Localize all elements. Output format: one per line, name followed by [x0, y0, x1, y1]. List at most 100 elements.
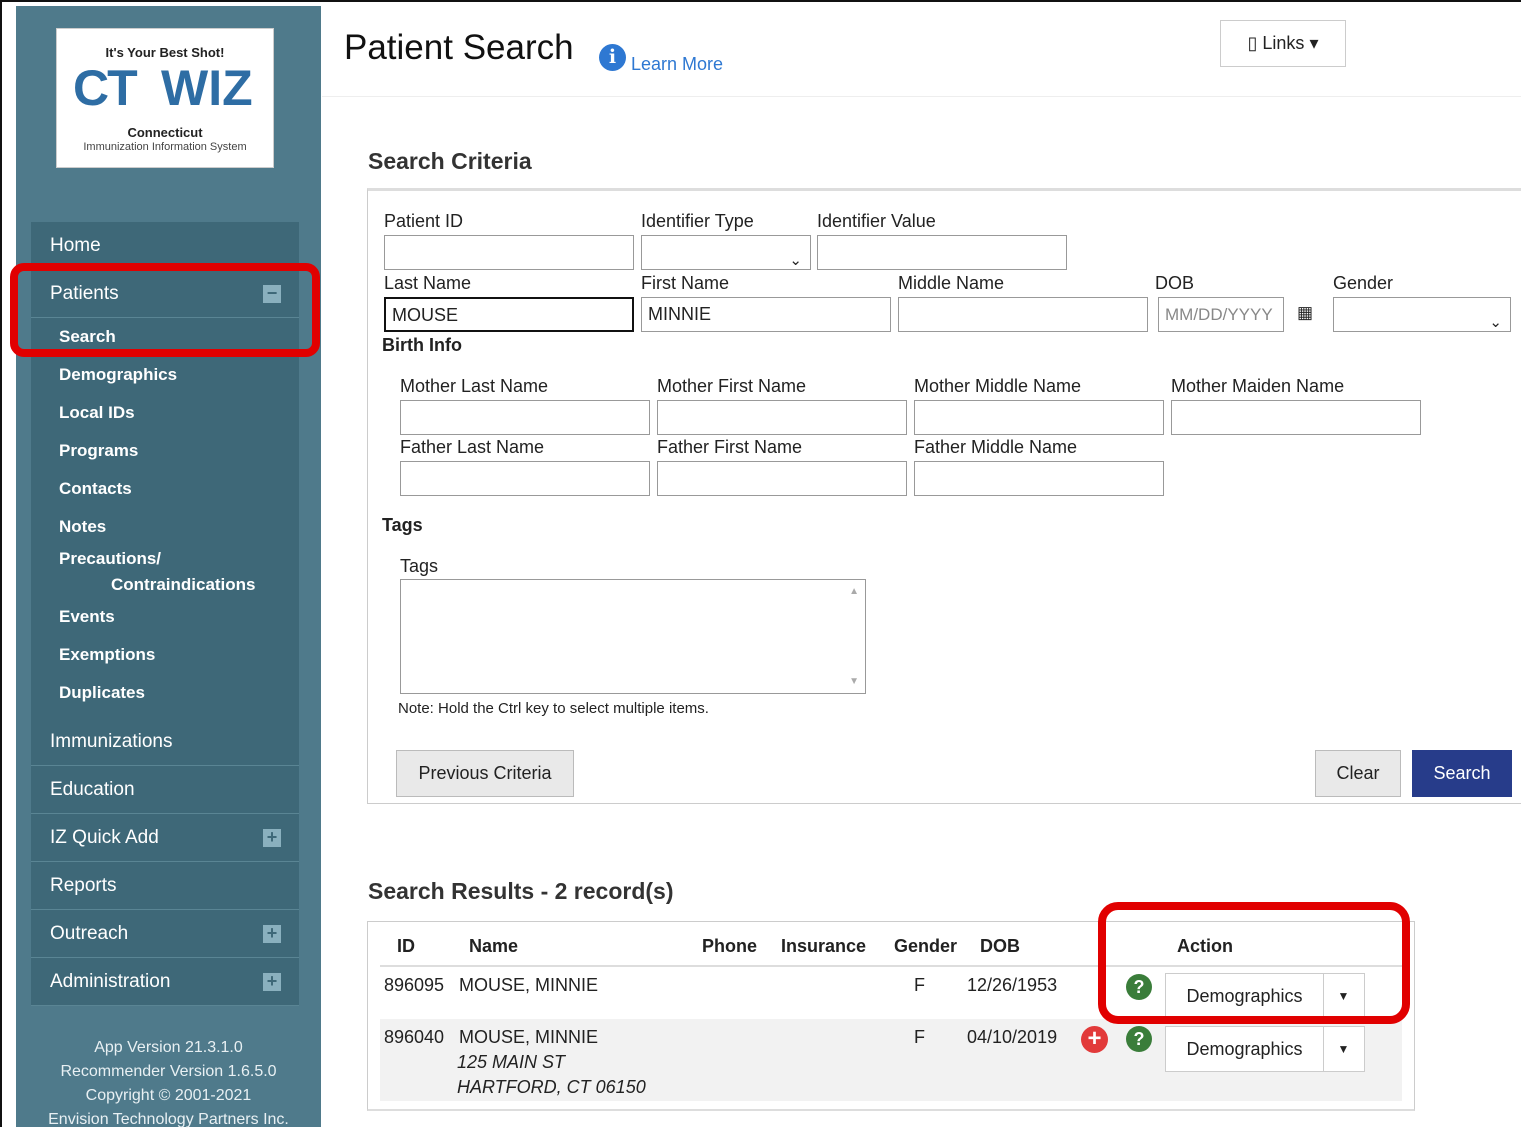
expand-icon[interactable]: + [263, 925, 281, 943]
father-middle-name-input[interactable] [914, 461, 1164, 496]
calendar-icon[interactable]: ▦ [1297, 303, 1313, 323]
col-header-gender: Gender [894, 936, 957, 957]
links-label: Links [1262, 33, 1304, 53]
page-title: Patient Search [344, 28, 574, 68]
father-last-name-input[interactable] [400, 461, 650, 496]
patient-id-input[interactable] [384, 235, 634, 270]
row2-dob: 04/10/2019 [967, 1027, 1057, 1048]
search-criteria-title: Search Criteria [368, 148, 532, 175]
tags-heading: Tags [382, 515, 423, 536]
identifier-value-input[interactable] [817, 235, 1067, 270]
help-icon[interactable]: ? [1126, 1026, 1152, 1052]
sidebar-item-administration-label: Administration [50, 971, 170, 992]
sidebar-item-outreach-label: Outreach [50, 923, 128, 944]
col-header-id: ID [397, 936, 415, 957]
sidebar-item-iz-quick-add[interactable]: IZ Quick Add + [31, 814, 299, 862]
gender-select[interactable]: ⌄ [1333, 297, 1511, 332]
chevron-down-icon: ⌄ [789, 244, 802, 277]
row1-id: 896095 [384, 975, 444, 996]
dob-input[interactable]: MM/DD/YYYY [1158, 297, 1284, 332]
logo-wiz: WIZ [161, 59, 253, 117]
identifier-value-label: Identifier Value [817, 211, 936, 232]
links-dropdown-button[interactable]: ▯ Links ▾ [1220, 20, 1346, 67]
add-icon[interactable]: + [1081, 1026, 1108, 1053]
divider [322, 96, 1521, 97]
sidebar-subitem-exemptions[interactable]: Exemptions [31, 636, 299, 674]
multiselect-note: Note: Hold the Ctrl key to select multip… [398, 700, 709, 717]
first-name-label: First Name [641, 273, 729, 294]
sidebar-item-iz-quick-add-label: IZ Quick Add [50, 827, 159, 848]
middle-name-input[interactable] [898, 297, 1148, 332]
last-name-input[interactable]: MOUSE [384, 297, 634, 332]
identifier-type-label: Identifier Type [641, 211, 754, 232]
first-name-input[interactable]: MINNIE [641, 297, 891, 332]
expand-icon[interactable]: + [263, 829, 281, 847]
company: Envision Technology Partners Inc. [16, 1108, 321, 1132]
row1-name: MOUSE, MINNIE [459, 975, 598, 996]
mother-first-name-input[interactable] [657, 400, 907, 435]
app-version: App Version 21.3.1.0 [16, 1036, 321, 1060]
logo-ct: CT [73, 59, 136, 117]
row1-dob: 12/26/1953 [967, 975, 1057, 996]
logo-tagline: It's Your Best Shot! [57, 45, 273, 60]
caret-down-icon: ▾ [1309, 33, 1318, 53]
mother-middle-name-label: Mother Middle Name [914, 376, 1081, 397]
logo-state: Connecticut [57, 125, 273, 140]
sidebar-item-outreach[interactable]: Outreach + [31, 910, 299, 958]
sidebar-item-reports[interactable]: Reports [31, 862, 299, 910]
sidebar-item-immunizations[interactable]: Immunizations [31, 718, 299, 766]
search-button[interactable]: Search [1412, 750, 1512, 797]
father-middle-name-label: Father Middle Name [914, 437, 1077, 458]
father-first-name-input[interactable] [657, 461, 907, 496]
logo-system: Immunization Information System [57, 141, 273, 153]
identifier-type-select[interactable]: ⌄ [641, 235, 811, 270]
col-header-name: Name [469, 936, 518, 957]
gender-label: Gender [1333, 273, 1393, 294]
search-criteria-panel: Patient ID Identifier Type ⌄ Identifier … [367, 188, 1521, 804]
sidebar-subitem-contraindications[interactable]: Contraindications [31, 572, 299, 598]
row2-action-split-button[interactable]: Demographics ▼ [1165, 1026, 1365, 1072]
mother-first-name-label: Mother First Name [657, 376, 806, 397]
sidebar: It's Your Best Shot! CT WIZ Connecticut … [16, 6, 321, 1127]
caret-down-icon[interactable]: ▼ [1323, 1027, 1364, 1071]
sidebar-subitem-precautions[interactable]: Precautions/ [31, 546, 299, 572]
expand-icon[interactable]: + [263, 973, 281, 991]
row2-address1: 125 MAIN ST [457, 1052, 565, 1073]
copyright: Copyright © 2001-2021 [16, 1084, 321, 1108]
sidebar-item-administration[interactable]: Administration + [31, 958, 299, 1006]
middle-name-label: Middle Name [898, 273, 1004, 294]
highlight-box-patients-search [10, 263, 320, 357]
sidebar-subitem-contacts[interactable]: Contacts [31, 470, 299, 508]
mother-maiden-name-input[interactable] [1171, 400, 1421, 435]
mother-maiden-name-label: Mother Maiden Name [1171, 376, 1344, 397]
sidebar-subitem-duplicates[interactable]: Duplicates [31, 674, 299, 712]
scroll-up-icon[interactable]: ▲ [849, 586, 859, 597]
sidebar-subitem-local-ids[interactable]: Local IDs [31, 394, 299, 432]
row2-name: MOUSE, MINNIE [459, 1027, 598, 1048]
father-first-name-label: Father First Name [657, 437, 802, 458]
tags-label: Tags [400, 556, 438, 577]
col-header-insurance: Insurance [781, 936, 866, 957]
info-icon[interactable]: i [599, 44, 626, 71]
chevron-down-icon: ⌄ [1489, 306, 1502, 339]
row2-id: 896040 [384, 1027, 444, 1048]
scroll-down-icon[interactable]: ▼ [849, 676, 859, 687]
col-header-dob: DOB [980, 936, 1020, 957]
mother-middle-name-input[interactable] [914, 400, 1164, 435]
sidebar-subitem-events[interactable]: Events [31, 598, 299, 636]
row2-demographics-button[interactable]: Demographics [1166, 1027, 1324, 1071]
sidebar-subitem-demographics[interactable]: Demographics [31, 356, 299, 394]
clipboard-icon: ▯ [1247, 33, 1257, 53]
sidebar-subitem-programs[interactable]: Programs [31, 432, 299, 470]
sidebar-subitem-notes[interactable]: Notes [31, 508, 299, 546]
recommender-version: Recommender Version 1.6.5.0 [16, 1060, 321, 1084]
previous-criteria-button[interactable]: Previous Criteria [396, 750, 574, 797]
mother-last-name-input[interactable] [400, 400, 650, 435]
ct-wiz-logo[interactable]: It's Your Best Shot! CT WIZ Connecticut … [56, 28, 274, 168]
learn-more-link[interactable]: Learn More [631, 54, 723, 75]
sidebar-item-education[interactable]: Education [31, 766, 299, 814]
tags-multiselect[interactable]: ▲ ▼ [400, 579, 866, 694]
birth-info-heading: Birth Info [382, 335, 462, 356]
clear-button[interactable]: Clear [1315, 750, 1401, 797]
version-info: App Version 21.3.1.0 Recommender Version… [16, 1036, 321, 1132]
